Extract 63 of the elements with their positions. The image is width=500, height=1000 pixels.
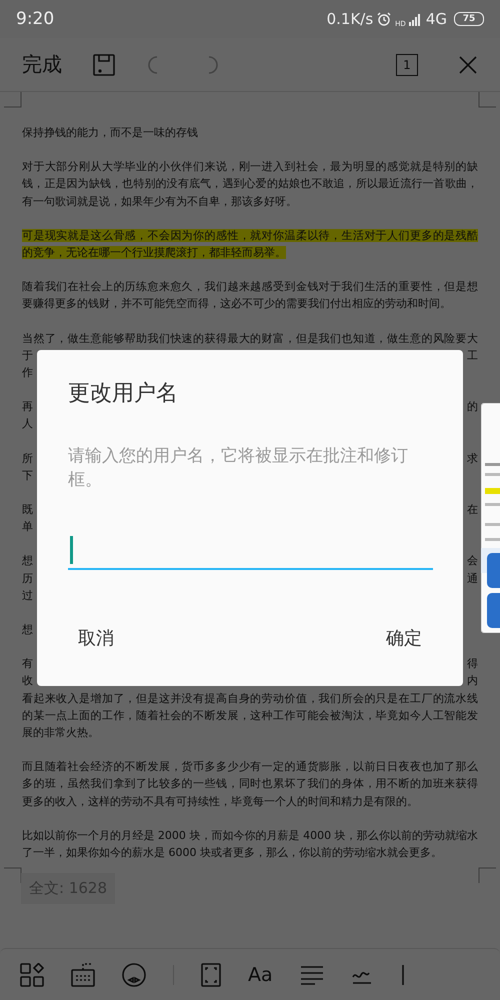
text-line: 随着我们在社会上的历练愈来愈久，我们越来越感受到金钱对于我们生活的重要性，但是想 xyxy=(22,280,478,294)
crop-mark-icon xyxy=(4,92,22,108)
text-line: 钱，正是因为缺钱，也特别的没有底气，遇到心爱的姑娘也不敢追，所以最近流行一首歌曲， xyxy=(22,177,478,190)
text-line: 有一句歌词就是说，如果年少有为不自卑，那该多好呀。 xyxy=(22,194,297,208)
text-fragment: 得 xyxy=(467,656,478,672)
text-line: 更多的收入，这样的劳动不具有可持续性，毕竟每一个人的时间和精力是有限的。 xyxy=(22,794,418,808)
text-fragment: 求 xyxy=(467,450,478,467)
text-fragment: 再 xyxy=(22,399,33,416)
dialog-button[interactable]: 确定 xyxy=(386,622,422,654)
text-fragment: 会 xyxy=(467,553,478,570)
page-button[interactable]: 1 xyxy=(396,54,418,76)
text-line: 了一半，如果你如今的薪水是 6000 块或者更多，那么，你以前的劳动缩水就会更多。 xyxy=(22,846,442,860)
text-fragment: 内 xyxy=(467,673,478,690)
text-fragment: 既 xyxy=(22,502,33,518)
text-fragment: 收 xyxy=(22,673,33,690)
text-line: 比如以前你一个月的月经是 2000 块，而如今你的月薪是 4000 块，那么你以前的劳动就缩水 xyxy=(22,828,478,842)
close-icon[interactable] xyxy=(458,54,478,74)
thumbnail-drawing[interactable] xyxy=(481,403,500,633)
text-fragment: 下 xyxy=(22,468,33,484)
text-line: 当然了，做生意能够帮助我们快速的获得最大的财富，但是我们也知道，做生意的风险要大 xyxy=(22,332,478,345)
text-line: 多的班，虽然我们拿到了比较多的一些钱，同时也累坏了我们的身体，用不断的加班来获得 xyxy=(22,777,478,790)
align-icon[interactable] xyxy=(300,965,324,985)
text-line: 要赚得更多的钱财，并不可能凭空而得，这必不可少的需要我们付出相应的劳动和时间。 xyxy=(22,297,451,310)
status-time: 9:20 xyxy=(16,9,54,29)
text-fragment: 工 xyxy=(467,348,478,364)
text-fragment: 于 xyxy=(22,348,33,364)
text-fragment: 的 xyxy=(467,399,478,416)
line-icon[interactable] xyxy=(400,963,406,987)
keyboard-icon[interactable] xyxy=(71,963,95,987)
text-fragment: 有 xyxy=(22,656,33,672)
text-line: 对于大部分刚从大学毕业的小伙伴们来说，刚一进入到社会，最为明显的感觉就是特别的缺 xyxy=(22,160,478,174)
text-fragment: 单 xyxy=(22,519,33,536)
font-button[interactable]: Aa xyxy=(248,964,273,986)
save-icon[interactable] xyxy=(92,52,116,76)
alarm-clock-icon xyxy=(376,11,392,27)
crop-mark-icon xyxy=(4,867,22,883)
text-line: 保持挣钱的能力，而不是一味的存钱 xyxy=(22,126,198,139)
signal-icon xyxy=(408,12,423,26)
dialog-message: 请输入您的用户名，它将被显示在批注和修订框。 xyxy=(68,445,409,492)
text-fragment: 人 xyxy=(22,416,33,432)
network-speed: 0.1K/s xyxy=(326,10,374,28)
text-fragment: 想 xyxy=(22,622,33,638)
frame-icon[interactable] xyxy=(201,963,221,987)
text-fragment: 通 xyxy=(467,570,478,587)
battery-percent: 75 xyxy=(462,14,476,24)
done-button[interactable]: 完成 xyxy=(22,51,62,78)
grid-icon[interactable] xyxy=(20,963,44,987)
text-line: 而且随着社会经济的不断发展，货币多多少少有一定的通货膨胀，以前日日夜夜也加了那么 xyxy=(22,760,478,774)
text-fragment: 在 xyxy=(467,502,478,518)
text-line: 的某一点上面的工作，随着社会的不断发展，这种工作可能会被淘汰，毕竟如今人工智能发 xyxy=(22,708,478,722)
text-fragment: 历 xyxy=(22,570,33,587)
text-line: 展的非常火热。 xyxy=(22,726,99,740)
text-fragment: 过 xyxy=(22,588,33,604)
crop-mark-icon xyxy=(478,867,496,883)
text-fragment: 想 xyxy=(22,553,33,570)
dialog-title: 更改用户名 xyxy=(68,380,179,408)
face-icon[interactable] xyxy=(122,963,146,987)
text-fragment: 所 xyxy=(22,450,33,467)
network-type: 4G xyxy=(426,10,447,28)
crop-mark-icon xyxy=(478,92,496,108)
dialog-button[interactable]: 取消 xyxy=(78,622,114,654)
text-fragment: 作 xyxy=(22,365,33,382)
text-line: 看起来收入是增加了，但是这并没有提高自身的劳动价值，我们所会的只是在工厂的流水线 xyxy=(22,692,478,705)
